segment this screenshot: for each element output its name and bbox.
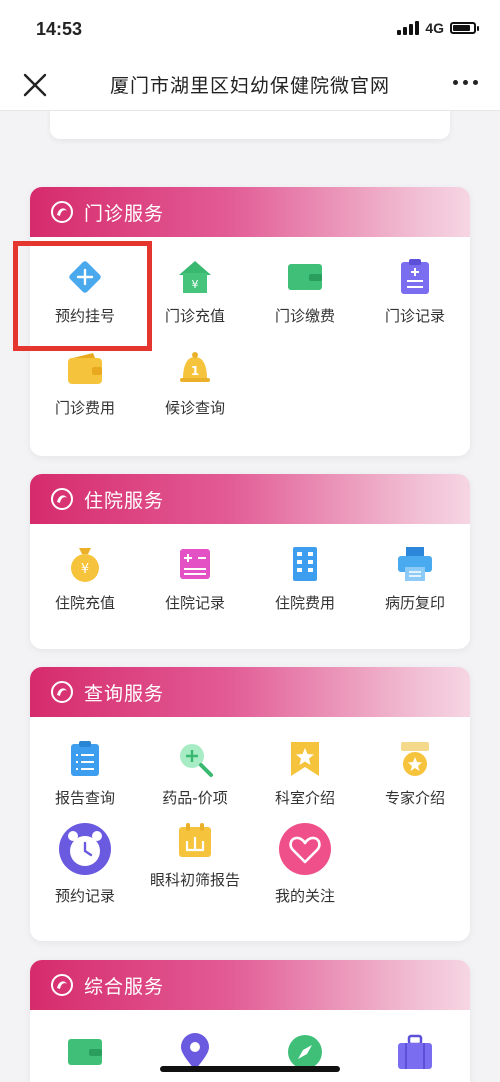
- wallet-icon: [68, 1039, 102, 1065]
- section-inpatient: 住院服务 ¥ 住院充值 住院记录 住院费用 病历复印: [30, 474, 470, 649]
- item-inpatient-recharge[interactable]: ¥ 住院充值: [30, 544, 140, 613]
- item-inpatient-record[interactable]: 住院记录: [140, 544, 250, 613]
- item-expert-intro[interactable]: 专家介绍: [360, 739, 470, 808]
- item-queue-query[interactable]: 1 候诊查询: [140, 349, 250, 418]
- svg-text:¥: ¥: [192, 278, 199, 291]
- item-outpatient-record[interactable]: 门诊记录: [360, 257, 470, 326]
- item-label: 门诊记录: [384, 307, 445, 325]
- item-label: 住院记录: [164, 594, 225, 612]
- purse-icon: [68, 353, 102, 384]
- item-label: 专家介绍: [384, 789, 445, 807]
- bell-badge: 1: [191, 364, 199, 378]
- item-outpatient-cost[interactable]: 门诊费用: [30, 349, 140, 418]
- battery-icon: [450, 22, 479, 34]
- section-title: 住院服务: [84, 489, 165, 512]
- magnifier-icon: [180, 744, 213, 777]
- home-indicator[interactable]: [160, 1066, 340, 1072]
- nav-bar: 厦门市湖里区妇幼保健院微官网: [0, 60, 500, 111]
- item-label: 住院费用: [274, 594, 335, 612]
- section-header: 综合服务: [30, 960, 470, 1010]
- section-logo-icon: [51, 488, 73, 510]
- item-report-query[interactable]: 报告查询: [30, 739, 140, 808]
- section-title: 查询服务: [84, 682, 165, 705]
- close-icon[interactable]: [22, 72, 48, 98]
- section-header: 查询服务: [30, 667, 470, 717]
- section-header: 住院服务: [30, 474, 470, 524]
- signal-icon: [397, 21, 420, 35]
- item-outpatient-recharge[interactable]: ¥ 门诊充值: [140, 257, 250, 326]
- section-title: 综合服务: [84, 975, 165, 998]
- item-label: 候诊查询: [164, 399, 225, 417]
- section-query: 查询服务 报告查询 药品-价项 科室介绍 专家介绍 预约记录 眼科初筛报告 我的…: [30, 667, 470, 941]
- item-eye-screening[interactable]: 眼科初筛报告: [140, 821, 250, 890]
- item-label: 病历复印: [384, 594, 445, 612]
- section-title: 门诊服务: [84, 202, 165, 225]
- item-inpatient-cost[interactable]: 住院费用: [250, 544, 360, 613]
- bell-icon: 1: [180, 352, 210, 382]
- medal-icon: [401, 742, 429, 776]
- section-logo-icon: [51, 201, 73, 223]
- page-title: 厦门市湖里区妇幼保健院微官网: [109, 75, 390, 97]
- item-label: 门诊充值: [164, 307, 225, 325]
- yuan-bag-icon: ¥: [71, 548, 99, 582]
- item-record-copy[interactable]: 病历复印: [360, 544, 470, 613]
- more-icon[interactable]: [453, 80, 478, 85]
- section-logo-icon: [51, 681, 73, 703]
- status-indicators: 4G: [397, 20, 479, 36]
- item-outpatient-payment[interactable]: 门诊缴费: [250, 257, 360, 326]
- report-icon: [71, 741, 99, 776]
- item-label: 门诊费用: [54, 399, 115, 417]
- item-label: 住院充值: [54, 594, 115, 612]
- bookmark-star-icon: [291, 742, 319, 776]
- section-logo-icon: [51, 974, 73, 996]
- printer-icon: [398, 547, 432, 581]
- item-appointment-record[interactable]: 预约记录: [30, 821, 140, 906]
- item-general-1[interactable]: [30, 1032, 140, 1072]
- item-label: 科室介绍: [274, 789, 335, 807]
- item-my-follow[interactable]: 我的关注: [250, 821, 360, 906]
- item-label: 报告查询: [54, 789, 115, 807]
- item-label: 眼科初筛报告: [149, 871, 240, 889]
- network-type: 4G: [425, 20, 444, 36]
- yuan-house-icon: ¥: [179, 261, 211, 293]
- item-department-intro[interactable]: 科室介绍: [250, 739, 360, 808]
- alarm-clock-icon: [59, 823, 111, 875]
- highlight-box: [13, 241, 152, 351]
- item-label: 门诊缴费: [274, 307, 335, 325]
- calculator-icon: [180, 549, 210, 579]
- item-label: 预约记录: [54, 887, 115, 905]
- item-label: 药品-价项: [162, 789, 228, 807]
- section-header: 门诊服务: [30, 187, 470, 237]
- wallet-icon: [288, 264, 322, 290]
- status-bar: 14:53 4G: [0, 0, 500, 60]
- status-time: 14:53: [36, 19, 83, 39]
- clipboard-icon: [401, 259, 429, 294]
- heart-icon: [279, 823, 331, 875]
- item-label: 我的关注: [274, 887, 335, 905]
- previous-card: [50, 111, 450, 139]
- building-icon: [293, 547, 317, 581]
- svg-text:¥: ¥: [81, 562, 89, 577]
- suitcase-icon: [398, 1034, 432, 1069]
- item-drug-price[interactable]: 药品-价项: [140, 739, 250, 808]
- section-general: 综合服务: [30, 960, 470, 1082]
- item-general-4[interactable]: [360, 1032, 470, 1072]
- calendar-icon: [179, 823, 211, 857]
